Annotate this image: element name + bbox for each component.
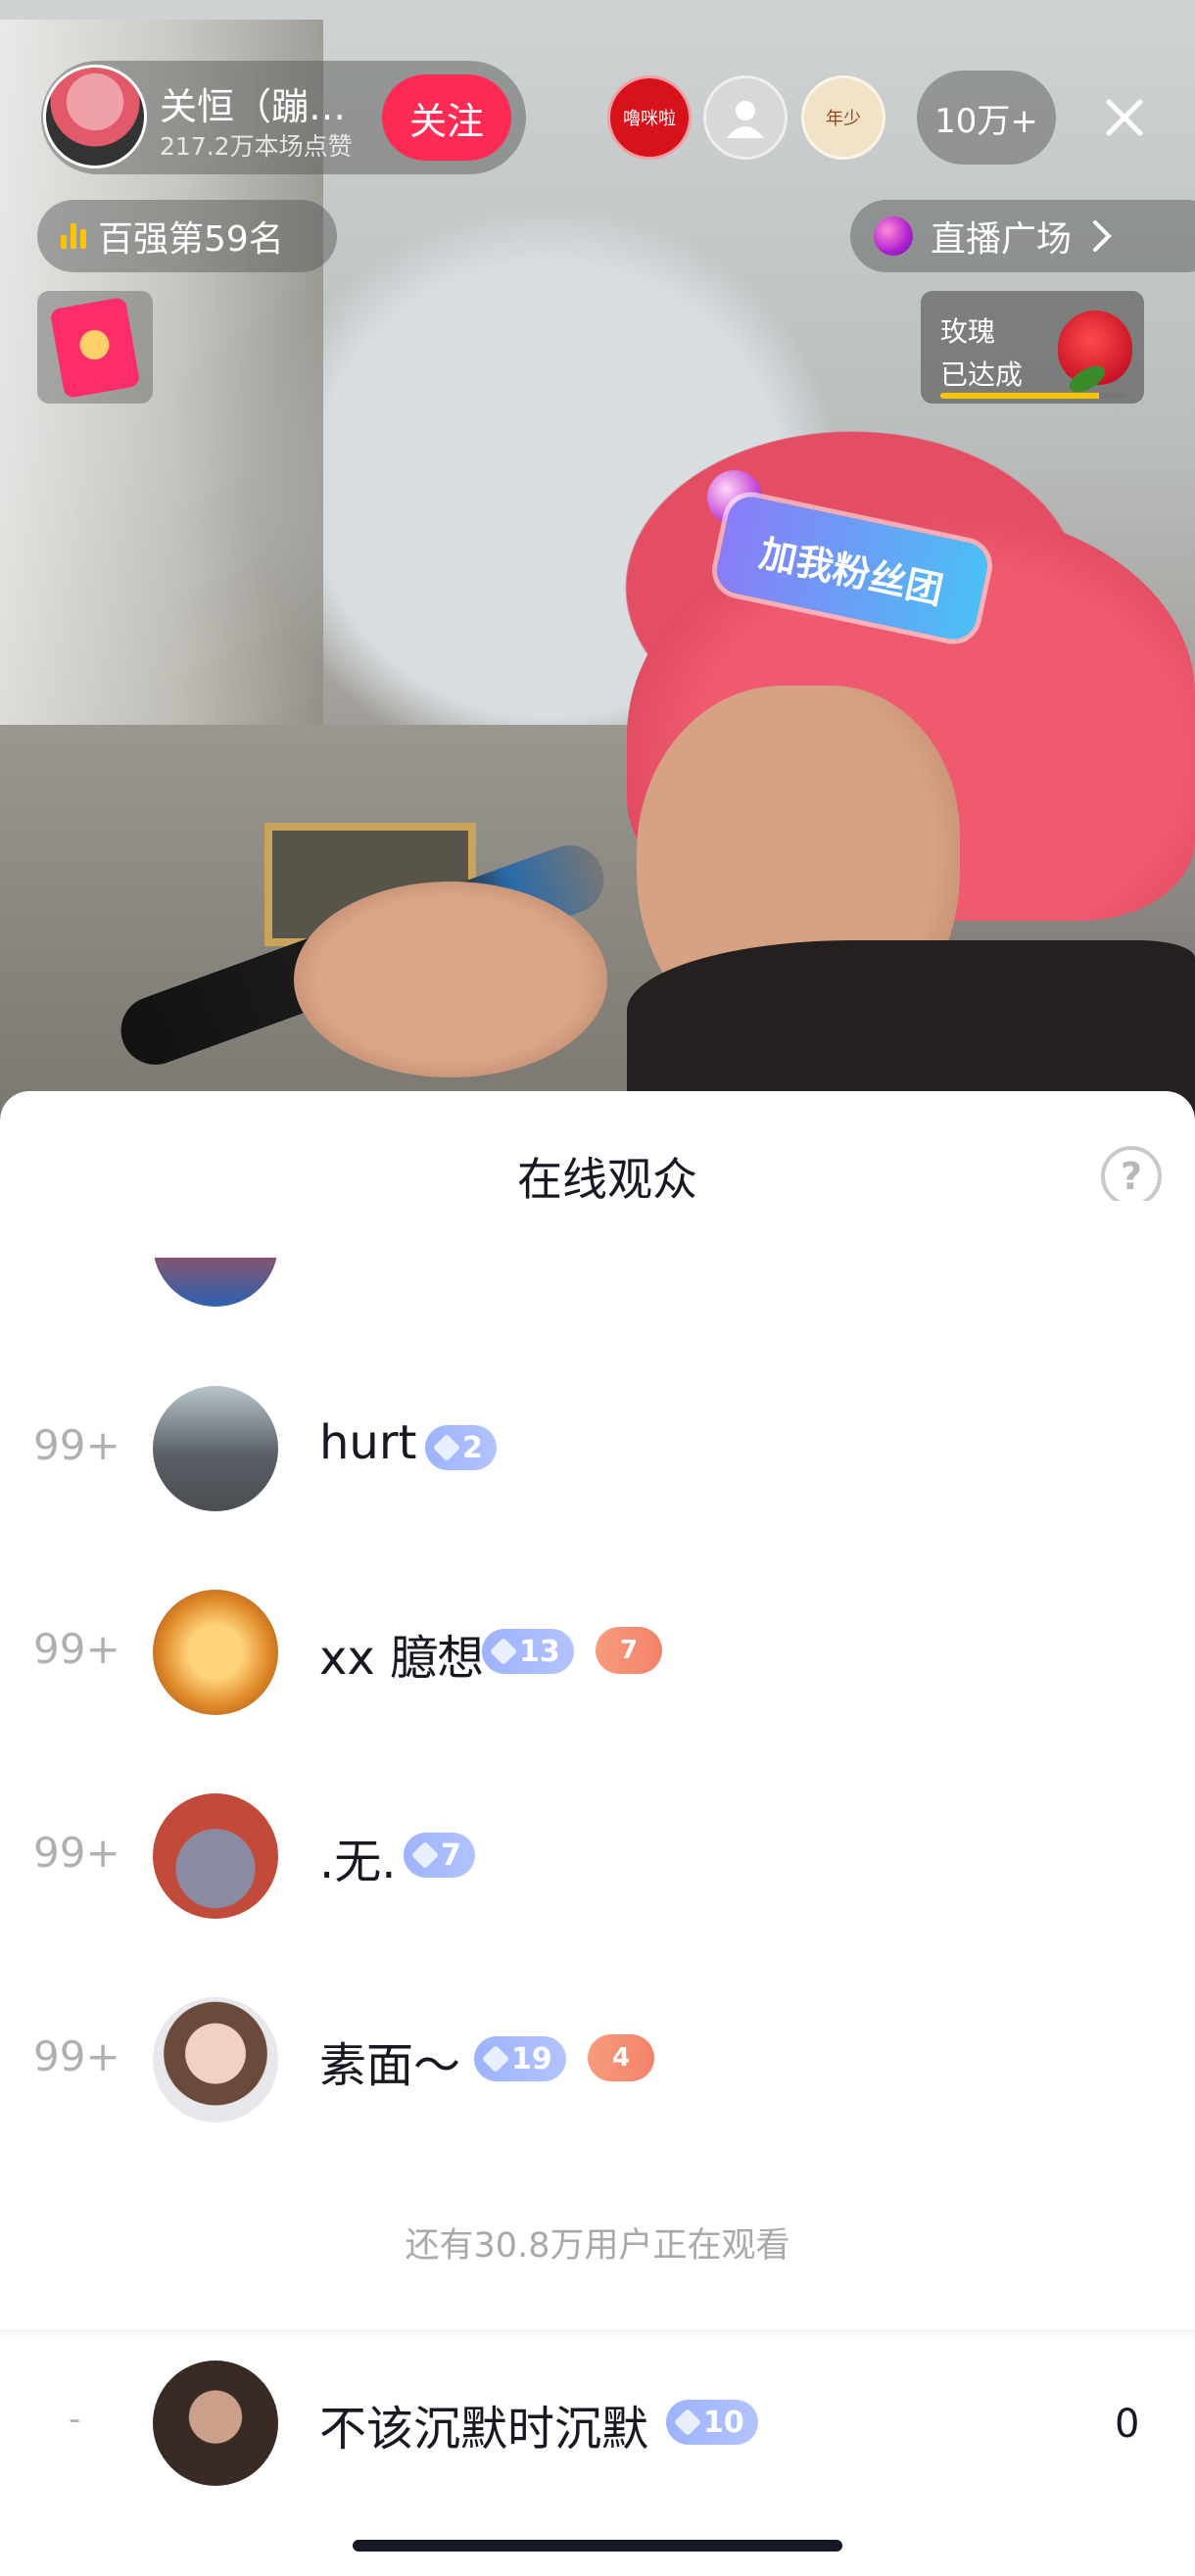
host-avatar[interactable] — [43, 65, 147, 168]
user-level: 19 — [511, 2041, 552, 2076]
user-level-badge: 13 — [482, 1629, 574, 1674]
user-level-badge: 10 — [666, 2400, 758, 2445]
video-hand — [294, 882, 607, 1077]
my-score: 0 — [1115, 2402, 1140, 2447]
user-level: 13 — [519, 1634, 560, 1669]
diamond-icon — [673, 2408, 702, 2437]
home-indicator[interactable] — [353, 2540, 842, 2552]
top-viewer-label: 年少 — [826, 109, 861, 129]
list-mask — [0, 1201, 1195, 1258]
diamond-icon — [432, 1433, 461, 1462]
chevron-right-icon — [1093, 220, 1112, 252]
remaining-viewers-text: 还有30.8万用户正在观看 — [405, 2226, 790, 2266]
my-avatar[interactable] — [153, 2361, 278, 2486]
host-name: 关恒（蹦… — [160, 85, 347, 123]
rose-gift-card[interactable]: 玫瑰 已达成 — [921, 291, 1144, 404]
live-plaza-pill[interactable]: 直播广场 — [850, 200, 1195, 272]
list-item[interactable]: 99+ xx 臆想 13 7 — [0, 1578, 1195, 1715]
list-item[interactable]: 99+ hurt 2 — [0, 1374, 1195, 1511]
rose-title: 玫瑰 — [940, 315, 996, 348]
list-item-name: xx 臆想 — [319, 1631, 485, 1686]
default-user-icon — [727, 101, 764, 138]
video-jacket — [627, 940, 1195, 1117]
my-rank: - — [69, 2400, 81, 2439]
help-icon[interactable]: ? — [1101, 1146, 1162, 1207]
list-item-rank: 99+ — [33, 1829, 120, 1877]
red-packet-icon — [49, 296, 141, 399]
hourly-rank-pill[interactable]: 百强第59名 — [37, 200, 337, 272]
sheet-title: 在线观众 — [517, 1153, 697, 1206]
user-level-badge: 7 — [404, 1833, 475, 1878]
list-item-rank: 99+ — [33, 1421, 120, 1469]
follow-button[interactable]: 关注 — [382, 74, 511, 161]
user-level: 7 — [441, 1837, 461, 1873]
list-item-avatar[interactable] — [153, 1997, 278, 2123]
my-viewer-row[interactable]: 不该沉默时沉默 10 — [0, 2349, 1195, 2486]
close-button[interactable] — [1087, 80, 1162, 155]
top-viewer-label: 嚕咪啦 — [623, 109, 676, 129]
rose-progress-fill — [940, 393, 1099, 399]
diamond-icon — [410, 1840, 440, 1870]
top-viewer-avatar[interactable] — [703, 75, 788, 160]
list-item-rank: 99+ — [33, 1625, 120, 1673]
diamond-icon — [489, 1637, 518, 1666]
plaza-label: 直播广场 — [931, 219, 1073, 260]
rose-progress-bar — [940, 393, 1126, 399]
rose-status: 已达成 — [940, 358, 1024, 391]
rank-bars-icon — [61, 223, 86, 249]
list-item-avatar[interactable] — [153, 1590, 278, 1715]
red-packet-button[interactable] — [37, 291, 153, 404]
my-name: 不该沉默时沉默 — [319, 2402, 649, 2457]
list-item-avatar[interactable] — [153, 1793, 278, 1919]
viewer-count-button[interactable]: 10万+ — [917, 71, 1056, 165]
list-item[interactable]: 99+ .无. 7 — [0, 1782, 1195, 1919]
list-item[interactable]: 99+ 素面～ 19 4 — [0, 1985, 1195, 2123]
list-item-name: .无. — [319, 1835, 397, 1889]
fan-heart-badge: 7 — [596, 1627, 662, 1674]
list-item-rank: 99+ — [33, 2032, 120, 2080]
diamond-icon — [481, 2044, 510, 2074]
list-item-name: hurt — [319, 1415, 417, 1470]
fan-heart-badge: 4 — [588, 2034, 654, 2081]
list-item-avatar[interactable] — [153, 1386, 278, 1511]
top-viewer-avatar[interactable]: 嚕咪啦 — [607, 75, 692, 160]
user-level: 2 — [462, 1430, 483, 1465]
my-row-divider — [0, 2329, 1195, 2339]
top-viewer-avatar[interactable]: 年少 — [801, 75, 885, 160]
host-likes: 217.2万本场点赞 — [160, 132, 353, 161]
list-item-name: 素面～ — [319, 2038, 461, 2093]
user-level: 10 — [703, 2405, 744, 2440]
close-icon — [1106, 99, 1143, 136]
plaza-icon — [874, 216, 913, 256]
user-level-badge: 2 — [425, 1425, 497, 1470]
user-level-badge: 19 — [474, 2036, 566, 2081]
rank-label: 百强第59名 — [98, 219, 284, 260]
